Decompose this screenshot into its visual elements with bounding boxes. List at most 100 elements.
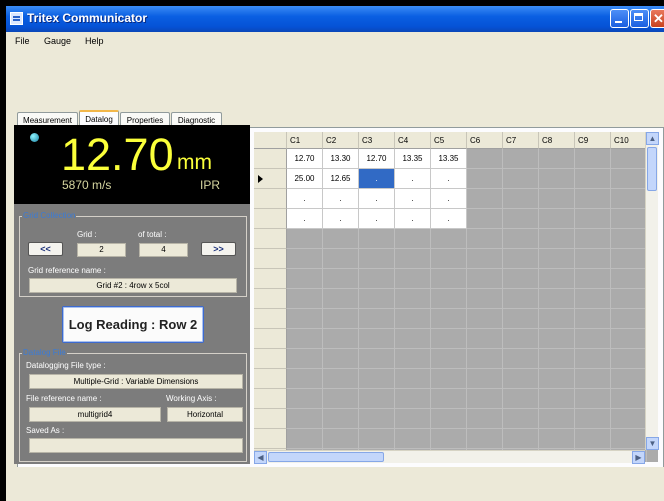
empty-grid-cell[interactable] — [431, 309, 467, 329]
empty-grid-cell[interactable] — [575, 229, 611, 249]
row-header[interactable] — [254, 189, 287, 209]
empty-grid-cell[interactable] — [323, 229, 359, 249]
grid-cell[interactable]: 12.70 — [359, 149, 395, 169]
empty-grid-cell[interactable] — [395, 349, 431, 369]
empty-grid-cell[interactable] — [611, 189, 647, 209]
saved-as-field[interactable] — [29, 438, 243, 453]
empty-grid-cell[interactable] — [467, 349, 503, 369]
empty-grid-cell[interactable] — [539, 409, 575, 429]
row-header[interactable] — [254, 409, 287, 429]
empty-grid-cell[interactable] — [395, 389, 431, 409]
empty-grid-cell[interactable] — [287, 329, 323, 349]
file-reference-field[interactable]: multigrid4 — [29, 407, 161, 422]
grid-cell[interactable]: . — [287, 189, 323, 209]
empty-grid-cell[interactable] — [359, 269, 395, 289]
empty-grid-cell[interactable] — [611, 289, 647, 309]
empty-grid-cell[interactable] — [611, 149, 647, 169]
row-header[interactable] — [254, 209, 287, 229]
empty-grid-cell[interactable] — [575, 369, 611, 389]
empty-grid-cell[interactable] — [611, 249, 647, 269]
empty-grid-cell[interactable] — [323, 409, 359, 429]
grid-cell[interactable]: . — [359, 189, 395, 209]
empty-grid-cell[interactable] — [503, 169, 539, 189]
minimize-button[interactable] — [610, 9, 629, 28]
row-header[interactable] — [254, 229, 287, 249]
empty-grid-cell[interactable] — [611, 329, 647, 349]
empty-grid-cell[interactable] — [467, 289, 503, 309]
empty-grid-cell[interactable] — [467, 329, 503, 349]
horizontal-scrollbar[interactable]: ◀ ▶ — [254, 450, 645, 464]
empty-grid-cell[interactable] — [431, 429, 467, 449]
empty-grid-cell[interactable] — [359, 429, 395, 449]
empty-grid-cell[interactable] — [503, 209, 539, 229]
empty-grid-cell[interactable] — [431, 269, 467, 289]
row-header[interactable] — [254, 429, 287, 449]
grid-cell[interactable]: . — [395, 209, 431, 229]
empty-grid-cell[interactable] — [323, 349, 359, 369]
menu-file[interactable]: File — [15, 36, 30, 46]
empty-grid-cell[interactable] — [575, 149, 611, 169]
empty-grid-cell[interactable] — [359, 249, 395, 269]
empty-grid-cell[interactable] — [575, 169, 611, 189]
next-grid-button[interactable]: >> — [201, 242, 236, 256]
empty-grid-cell[interactable] — [359, 329, 395, 349]
empty-grid-cell[interactable] — [503, 329, 539, 349]
empty-grid-cell[interactable] — [431, 369, 467, 389]
column-header[interactable]: C10 — [611, 132, 647, 149]
empty-grid-cell[interactable] — [287, 349, 323, 369]
empty-grid-cell[interactable] — [359, 229, 395, 249]
empty-grid-cell[interactable] — [539, 209, 575, 229]
vertical-scroll-thumb[interactable] — [647, 147, 657, 191]
empty-grid-cell[interactable] — [359, 309, 395, 329]
empty-grid-cell[interactable] — [431, 349, 467, 369]
row-header[interactable] — [254, 389, 287, 409]
empty-grid-cell[interactable] — [503, 349, 539, 369]
menu-help[interactable]: Help — [85, 36, 104, 46]
horizontal-scroll-thumb[interactable] — [268, 452, 384, 462]
empty-grid-cell[interactable] — [431, 409, 467, 429]
vertical-scrollbar[interactable]: ▲ ▼ — [645, 132, 659, 450]
empty-grid-cell[interactable] — [575, 289, 611, 309]
empty-grid-cell[interactable] — [287, 269, 323, 289]
empty-grid-cell[interactable] — [503, 229, 539, 249]
row-header[interactable] — [254, 329, 287, 349]
row-header[interactable] — [254, 289, 287, 309]
menu-gauge[interactable]: Gauge — [44, 36, 71, 46]
grid-cell[interactable]: . — [395, 169, 431, 189]
empty-grid-cell[interactable] — [539, 249, 575, 269]
empty-grid-cell[interactable] — [575, 389, 611, 409]
file-type-field[interactable]: Multiple-Grid : Variable Dimensions — [29, 374, 243, 389]
empty-grid-cell[interactable] — [287, 289, 323, 309]
empty-grid-cell[interactable] — [359, 289, 395, 309]
grid-cell[interactable]: 13.35 — [431, 149, 467, 169]
empty-grid-cell[interactable] — [467, 229, 503, 249]
grid-cell[interactable]: . — [431, 169, 467, 189]
empty-grid-cell[interactable] — [539, 429, 575, 449]
column-header[interactable]: C3 — [359, 132, 395, 149]
empty-grid-cell[interactable] — [395, 329, 431, 349]
empty-grid-cell[interactable] — [503, 289, 539, 309]
grid-cell[interactable]: 12.65 — [323, 169, 359, 189]
empty-grid-cell[interactable] — [539, 189, 575, 209]
empty-grid-cell[interactable] — [287, 409, 323, 429]
row-header[interactable] — [254, 249, 287, 269]
log-reading-button[interactable]: Log Reading : Row 2 — [62, 306, 204, 343]
empty-grid-cell[interactable] — [395, 369, 431, 389]
empty-grid-cell[interactable] — [287, 229, 323, 249]
empty-grid-cell[interactable] — [467, 269, 503, 289]
empty-grid-cell[interactable] — [323, 309, 359, 329]
empty-grid-cell[interactable] — [503, 409, 539, 429]
row-header[interactable] — [254, 169, 287, 189]
empty-grid-cell[interactable] — [575, 409, 611, 429]
empty-grid-cell[interactable] — [611, 429, 647, 449]
empty-grid-cell[interactable] — [323, 429, 359, 449]
datalog-grid[interactable]: C1 C2 C3 C4 C5 C6 C7 C8 C9 C10 12.70 13.30 12.70 13.3… — [254, 132, 658, 462]
empty-grid-cell[interactable] — [575, 249, 611, 269]
empty-grid-cell[interactable] — [395, 409, 431, 429]
empty-grid-cell[interactable] — [611, 349, 647, 369]
empty-grid-cell[interactable] — [503, 149, 539, 169]
grid-cell[interactable]: . — [431, 209, 467, 229]
grid-cell[interactable]: . — [359, 169, 395, 189]
row-header[interactable] — [254, 309, 287, 329]
empty-grid-cell[interactable] — [467, 209, 503, 229]
